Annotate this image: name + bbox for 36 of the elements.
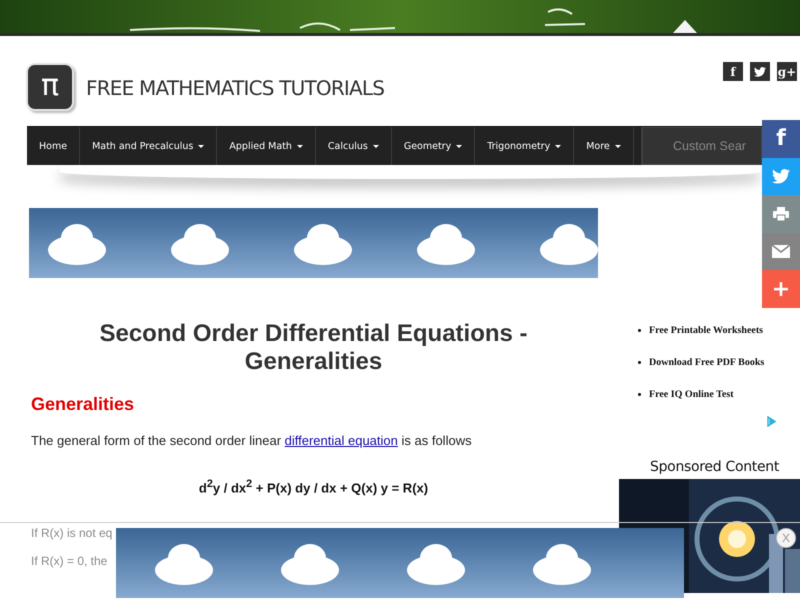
bullet-icon [638, 328, 641, 332]
bird-icon [772, 168, 790, 184]
site-title[interactable]: FREE MATHEMATICS TUTORIALS [86, 76, 384, 100]
nav-item[interactable]: Calculus [316, 127, 392, 165]
nav-item[interactable]: More [574, 127, 634, 165]
logo-icon[interactable]: π [28, 65, 72, 109]
sidebar-link[interactable]: Free Printable Worksheets [649, 324, 764, 336]
search-field[interactable]: Custom Sear [642, 127, 762, 165]
nav-item[interactable]: Geometry [392, 127, 476, 165]
paragraph-text: If R(x) is not eq [31, 526, 114, 540]
section-heading: Generalities [31, 394, 136, 415]
bird-icon [754, 66, 766, 76]
text-link[interactable]: differential equation [284, 433, 398, 448]
email-button[interactable] [762, 232, 800, 270]
facebook-button[interactable]: f [723, 62, 743, 81]
mail-icon [772, 245, 790, 258]
twitter-button[interactable] [750, 62, 770, 81]
nav-item[interactable]: Home [27, 127, 80, 165]
sponsored-heading: Sponsored Content [650, 459, 780, 475]
article-title: Second Order Differential Equations - Generalities [98, 320, 529, 376]
adchoices-icon[interactable] [767, 416, 776, 427]
bullet-icon [638, 360, 641, 364]
twitter-share-button[interactable] [762, 158, 800, 196]
nav-item[interactable]: Trigonometry [475, 127, 574, 165]
google-plus-button[interactable]: g+ [777, 62, 797, 81]
intro-text: The general form of the second order linear differential equation is as follows [31, 433, 473, 448]
print-button[interactable] [762, 195, 800, 233]
sidebar-link[interactable]: Download Free PDF Books [649, 356, 764, 368]
print-icon [773, 206, 789, 221]
equation: d$^{2}$y / dx$^{2}$ + P(x) dy / dx + Q(x) y = R(x) [198, 478, 430, 496]
bullet-icon [638, 392, 641, 396]
nav-item[interactable]: Math and Precalculus [80, 127, 218, 165]
paragraph-text: If R(x) = 0, the [31, 554, 108, 568]
facebook-share-button[interactable]: f [762, 120, 800, 158]
sidebar-link[interactable]: Free IQ Online Test [649, 388, 734, 400]
nav-item[interactable]: Applied Math [217, 127, 316, 165]
